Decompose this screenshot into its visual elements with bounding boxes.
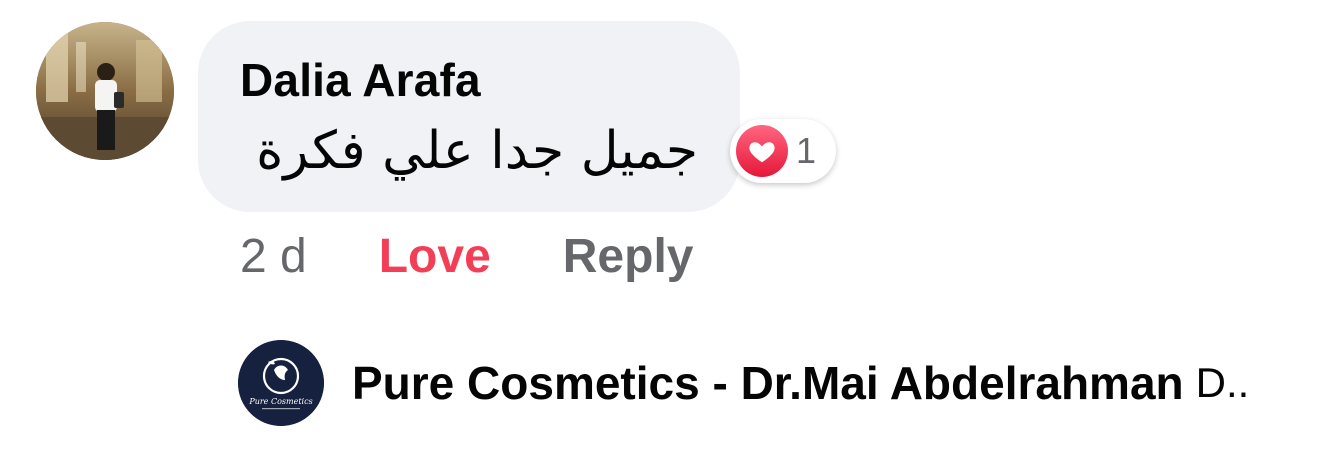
reply-author[interactable]: Pure Cosmetics - Dr.Mai Abdelrahman (352, 356, 1184, 410)
reply-snippet: D.. (1195, 359, 1250, 406)
comment-text: جميل جدا علي فكرة (256, 121, 698, 181)
comment-bubble[interactable]: Dalia Arafa جميل جدا علي فكرة (198, 21, 740, 212)
page-avatar[interactable]: Pure Cosmetics (238, 340, 324, 426)
comment-author[interactable]: Dalia Arafa (240, 53, 481, 107)
comment-timestamp[interactable]: 2 d (240, 229, 307, 284)
reaction-summary[interactable]: 1 (730, 119, 836, 183)
page-logo: Pure Cosmetics (238, 340, 324, 426)
reply-preview[interactable]: Pure Cosmetics Pure Cosmetics - Dr.Mai A… (238, 340, 1343, 426)
avatar-photo (36, 22, 174, 160)
love-button[interactable]: Love (379, 229, 491, 284)
heart-icon (736, 125, 788, 177)
svg-text:Pure Cosmetics: Pure Cosmetics (248, 397, 312, 406)
comment-actions: 2 d Love Reply (240, 226, 693, 286)
reaction-count: 1 (796, 130, 817, 171)
commenter-avatar[interactable] (36, 22, 174, 160)
reply-button[interactable]: Reply (563, 229, 694, 284)
